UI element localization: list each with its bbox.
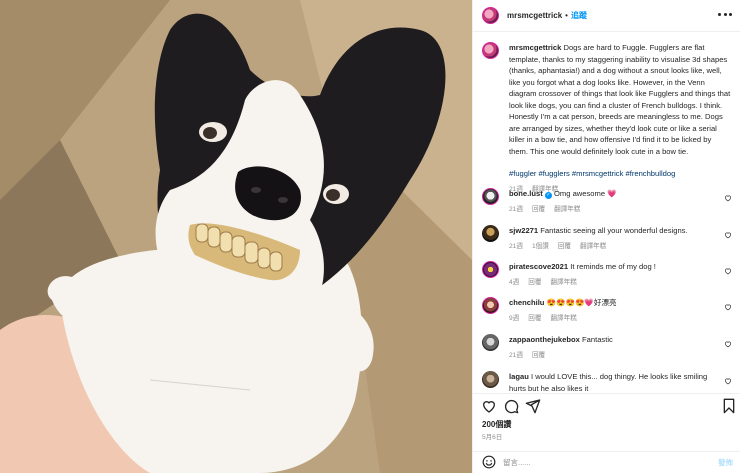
more-icon[interactable] <box>718 11 732 17</box>
author-username[interactable]: mrsmcgettrick <box>507 11 562 20</box>
translate-button[interactable]: 翻譯年糕 <box>554 206 580 213</box>
send-icon[interactable] <box>525 398 541 414</box>
comment-age: 21週 <box>509 205 523 213</box>
heart-icon[interactable] <box>481 398 497 414</box>
commenter-username[interactable]: zappaonthejukebox <box>509 335 580 344</box>
reply-button[interactable]: 回覆 <box>532 352 545 359</box>
commenter-username[interactable]: lagau <box>509 372 529 381</box>
commenter-username[interactable]: piratescove2021 <box>509 262 568 271</box>
fuggler-dog-photo <box>0 0 472 473</box>
post-header: mrsmcgettrick • 追蹤 <box>473 0 740 32</box>
heart-icon[interactable] <box>724 377 732 385</box>
caption-text: Dogs are hard to Fuggle. Fugglers are fl… <box>509 43 731 156</box>
post-image[interactable] <box>0 0 472 473</box>
comment-text: Omg awesome 💗 <box>554 189 617 198</box>
caption-avatar[interactable] <box>482 42 499 59</box>
comment-text: 😍😍😍😍💗好漂亮 <box>546 298 617 307</box>
author-avatar[interactable] <box>482 7 499 24</box>
heart-icon[interactable] <box>724 231 732 239</box>
translate-button[interactable]: 翻譯年糕 <box>580 243 606 250</box>
comments-list[interactable]: mrsmcgettrick Dogs are hard to Fuggle. F… <box>473 32 740 393</box>
heart-icon[interactable] <box>724 303 732 311</box>
heart-icon[interactable] <box>724 267 732 275</box>
follow-button[interactable]: 追蹤 <box>571 10 587 21</box>
commenter-username[interactable]: sjw2271 <box>509 226 538 235</box>
bookmark-icon[interactable] <box>721 398 737 414</box>
reply-button[interactable]: 回覆 <box>528 279 541 286</box>
commenter-username[interactable]: chenchilu <box>509 298 544 307</box>
post-sidebar: mrsmcgettrick • 追蹤 mrsmcgettrick Dogs ar… <box>472 0 740 473</box>
commenter-avatar[interactable] <box>482 225 499 242</box>
comment-likes[interactable]: 1個讚 <box>532 243 549 250</box>
likes-count[interactable]: 200個讚 <box>482 419 511 430</box>
reply-button[interactable]: 回覆 <box>532 206 545 213</box>
heart-icon[interactable] <box>724 340 732 348</box>
heart-icon[interactable] <box>724 194 732 202</box>
comment-text: It reminds me of my dog ! <box>570 262 656 271</box>
comment-icon[interactable] <box>503 398 519 414</box>
caption-hashtags[interactable]: #fuggler #fugglers #mrsmcgettrick #frenc… <box>509 168 732 180</box>
translate-button[interactable]: 翻譯年糕 <box>550 315 576 322</box>
comment-text: I would LOVE this... dog thingy. He look… <box>509 372 708 393</box>
commenter-avatar[interactable] <box>482 371 499 388</box>
comment-age: 21週 <box>509 242 523 250</box>
comment-text: Fantastic seeing all your wonderful desi… <box>540 226 688 235</box>
comment-input[interactable] <box>503 455 703 470</box>
verified-badge-icon: ✓ <box>544 192 552 199</box>
comment-age: 21週 <box>509 351 523 359</box>
post-actions: 200個讚 5月6日 <box>473 393 740 451</box>
commenter-username[interactable]: bone.lust <box>509 189 543 198</box>
commenter-avatar[interactable] <box>482 297 499 314</box>
reply-button[interactable]: 回覆 <box>558 243 571 250</box>
emoji-icon[interactable] <box>482 455 496 469</box>
post-comment-button[interactable]: 發佈 <box>718 457 733 468</box>
comment-age: 9週 <box>509 314 520 322</box>
caption-username[interactable]: mrsmcgettrick <box>509 43 561 52</box>
post-date: 5月6日 <box>482 434 503 441</box>
separator-dot: • <box>565 11 568 20</box>
reply-button[interactable]: 回覆 <box>528 315 541 322</box>
comment-age: 4週 <box>509 278 520 286</box>
commenter-avatar[interactable] <box>482 334 499 351</box>
add-comment-bar: 發佈 <box>473 451 740 473</box>
commenter-avatar[interactable] <box>482 261 499 278</box>
translate-button[interactable]: 翻譯年糕 <box>550 279 576 286</box>
comment-text: Fantastic <box>582 335 613 344</box>
commenter-avatar[interactable] <box>482 188 499 205</box>
